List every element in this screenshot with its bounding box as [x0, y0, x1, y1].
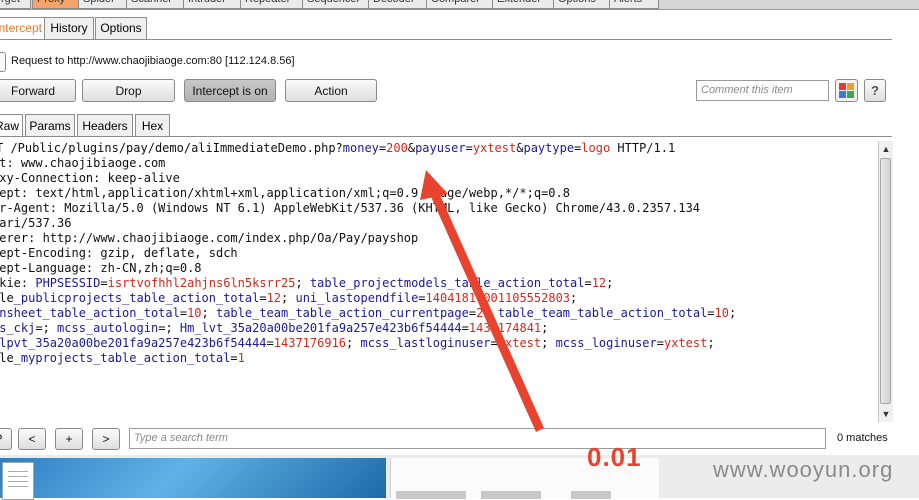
watermark: www.wooyun.org: [713, 457, 894, 482]
annotation-label: 0.01: [587, 442, 642, 472]
annotation-arrow: [420, 170, 544, 432]
arrow-shaft: [428, 186, 544, 432]
arrow-head: [420, 170, 448, 200]
